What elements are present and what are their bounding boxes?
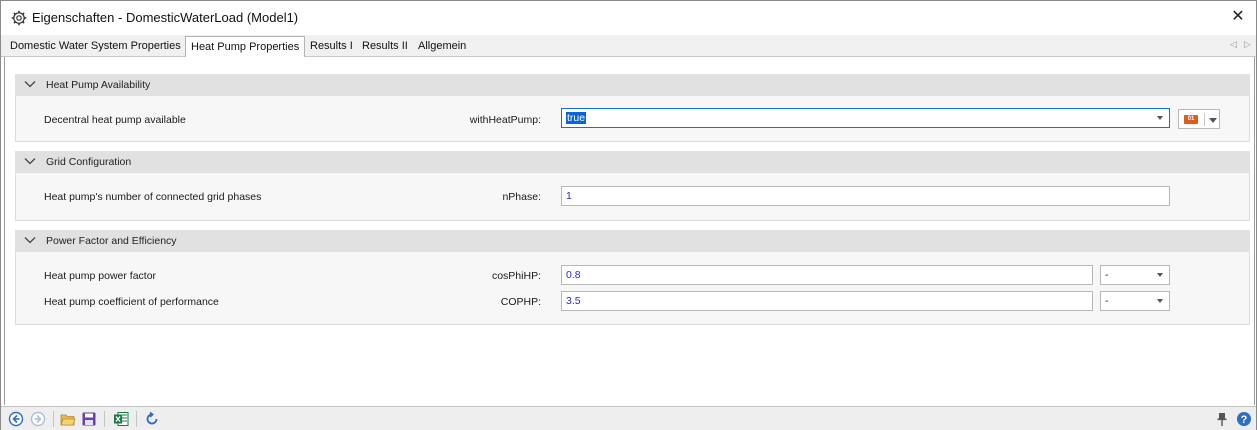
row-label: Decentral heat pump available	[44, 114, 186, 126]
with-heat-pump-dropdown[interactable]: true	[561, 108, 1170, 128]
tab-results-i[interactable]: Results I	[307, 37, 356, 55]
section-body-power-factor-and-efficiency: Heat pump power factor cosPhiHP: 0.8 - H…	[15, 252, 1250, 325]
properties-window: Eigenschaften - DomesticWaterLoad (Model…	[0, 0, 1257, 430]
toolbar-divider	[104, 411, 105, 427]
chevron-down-icon	[24, 158, 36, 165]
section-title: Heat Pump Availability	[46, 79, 151, 91]
title-bar: Eigenschaften - DomesticWaterLoad (Model…	[1, 1, 1256, 35]
refresh-icon[interactable]	[144, 411, 160, 427]
window-title: Eigenschaften - DomesticWaterLoad (Model…	[32, 10, 299, 25]
cop-hp-input[interactable]: 3.5	[561, 291, 1093, 311]
gear-icon	[11, 10, 27, 26]
section-title: Grid Configuration	[46, 156, 132, 168]
properties-panel: Heat Pump Availability Decentral heat pu…	[4, 57, 1255, 405]
section-header-power-factor-and-efficiency[interactable]: Power Factor and Efficiency	[15, 230, 1250, 252]
param-name: COPHP:	[500, 296, 541, 308]
tab-domestic-water-system-properties[interactable]: Domestic Water System Properties	[7, 37, 184, 55]
back-icon[interactable]	[8, 411, 24, 427]
tab-scroll-left-icon[interactable]: ◁	[1230, 39, 1237, 50]
help-icon[interactable]: ?	[1236, 411, 1252, 427]
pin-icon[interactable]	[1214, 411, 1230, 427]
chevron-down-icon	[1157, 299, 1163, 303]
n-phase-input[interactable]: 1	[561, 186, 1170, 206]
section-header-heat-pump-availability[interactable]: Heat Pump Availability	[15, 74, 1250, 96]
section-body-grid-configuration: Heat pump's number of connected grid pha…	[15, 173, 1250, 221]
section-body-heat-pump-availability: Decentral heat pump available withHeatPu…	[15, 96, 1250, 142]
svg-text:?: ?	[1241, 414, 1248, 426]
section-title: Power Factor and Efficiency	[46, 235, 177, 247]
open-folder-icon[interactable]	[60, 411, 76, 427]
cop-hp-unit-select[interactable]: -	[1100, 291, 1170, 311]
divider	[1204, 113, 1205, 126]
cos-phi-hp-input[interactable]: 0.8	[561, 265, 1093, 285]
chevron-down-icon[interactable]	[1209, 118, 1217, 123]
tab-heat-pump-properties[interactable]: Heat Pump Properties	[185, 36, 306, 57]
section-header-grid-configuration[interactable]: Grid Configuration	[15, 151, 1250, 173]
chevron-down-icon	[1157, 116, 1163, 120]
param-name: cosPhiHP:	[491, 270, 541, 282]
toolbar-divider	[53, 411, 54, 427]
param-name: withHeatPump:	[469, 114, 541, 126]
toolbar-divider	[136, 411, 137, 427]
cos-phi-hp-unit-select[interactable]: -	[1100, 265, 1170, 285]
dropdown-value: true	[566, 112, 587, 124]
tab-allgemein[interactable]: Allgemein	[415, 37, 469, 55]
param-name: nPhase:	[502, 191, 541, 203]
binary-options-split-button[interactable]: 01	[1178, 109, 1220, 129]
row-label: Heat pump power factor	[44, 270, 157, 282]
tab-scroll-right-icon[interactable]: ▷	[1244, 39, 1251, 50]
tab-results-ii[interactable]: Results II	[359, 37, 411, 55]
row-label: Heat pump's number of connected grid pha…	[44, 191, 262, 203]
chevron-down-icon	[24, 81, 36, 88]
chevron-down-icon	[1157, 273, 1163, 277]
unit-value: -	[1105, 295, 1109, 307]
unit-value: -	[1105, 269, 1109, 281]
save-icon[interactable]	[81, 411, 97, 427]
close-button[interactable]: ✕	[1228, 7, 1248, 27]
chevron-down-icon	[24, 237, 36, 244]
row-label: Heat pump coefficient of performance	[44, 296, 219, 308]
forward-icon[interactable]	[30, 411, 46, 427]
excel-icon[interactable]	[113, 411, 129, 427]
binary-icon: 01	[1184, 115, 1198, 124]
tab-bar: Domestic Water System Properties Heat Pu…	[1, 35, 1256, 57]
bottom-toolbar: ?	[1, 406, 1256, 430]
